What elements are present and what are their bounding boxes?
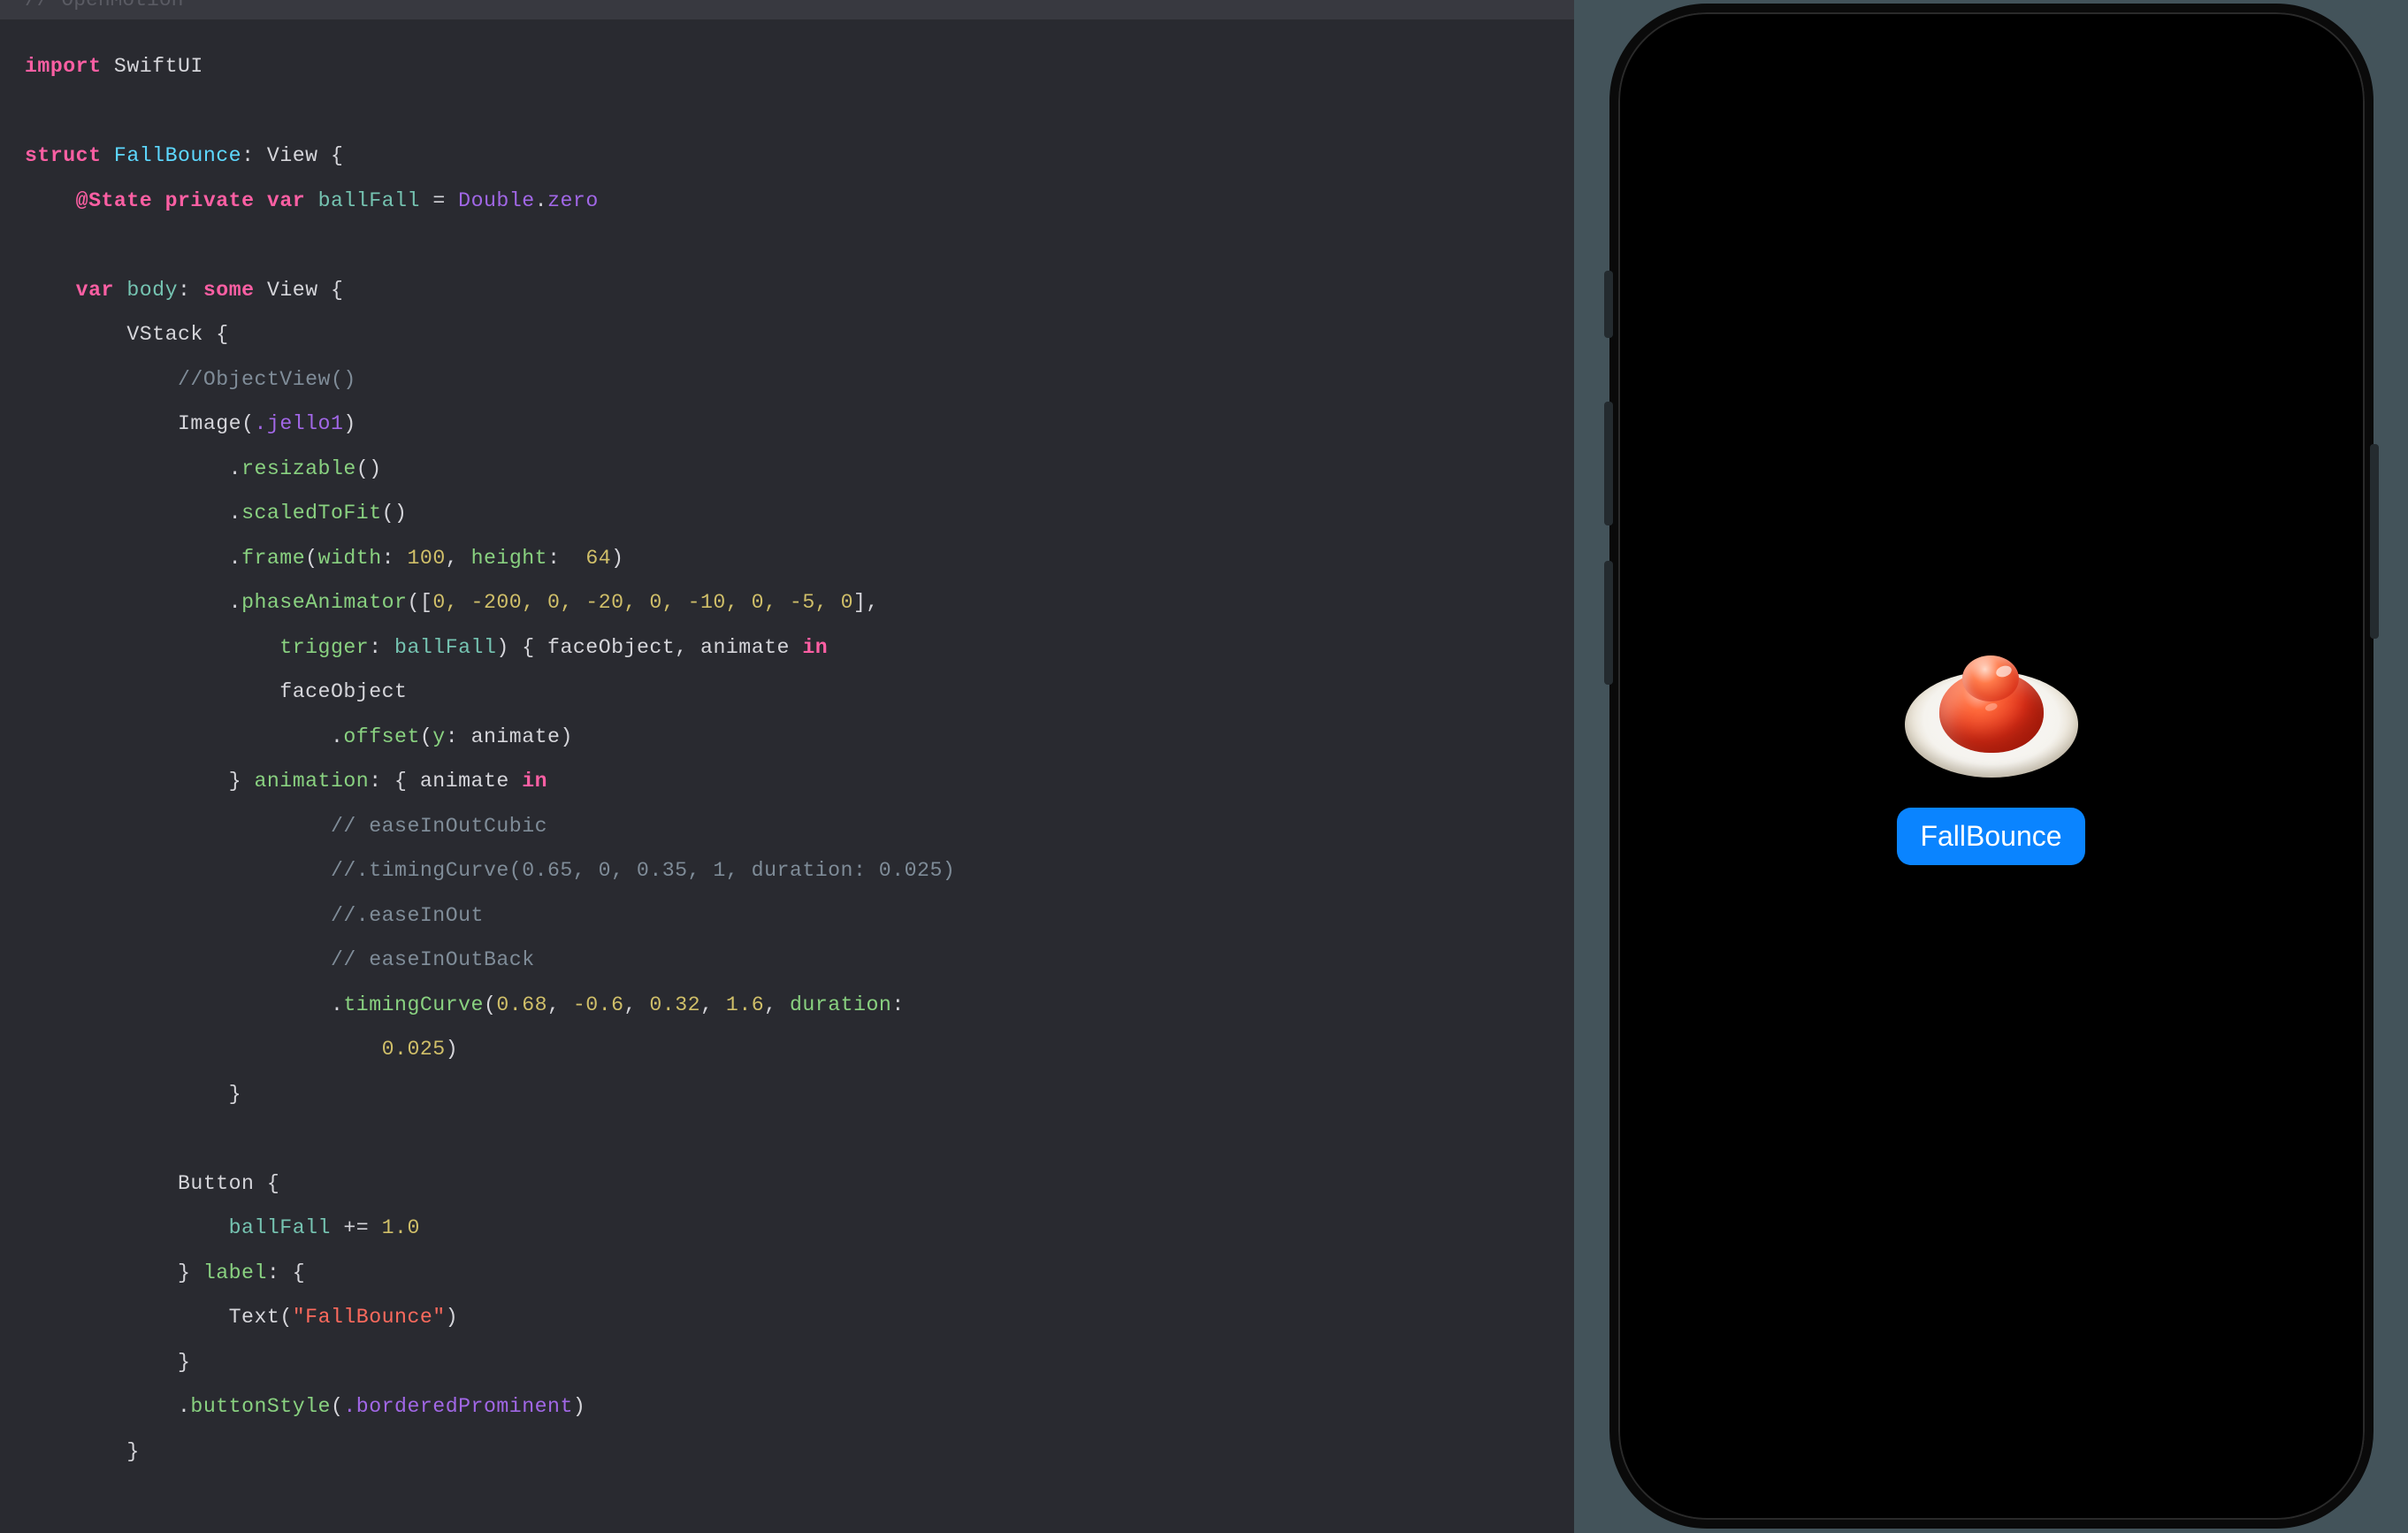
cmt-easeinout: //.easeInOut (331, 904, 484, 927)
prop-zero: zero (547, 189, 599, 212)
fn-offset: offset (343, 725, 420, 748)
type-double: Double (458, 189, 535, 212)
lbl-duration: duration (790, 993, 891, 1016)
jello-body (1939, 671, 2044, 753)
fn-resizable: resizable (241, 457, 356, 480)
lbl-animation: animation (254, 770, 369, 793)
kw-var1: var (267, 189, 305, 212)
lbl-trigger: trigger (279, 636, 369, 659)
device-volume-up (1604, 402, 1613, 525)
kw-struct: struct (25, 144, 102, 167)
val-width: 100 (407, 547, 445, 570)
lbl-y: y (432, 725, 445, 748)
var-body: body (126, 279, 178, 302)
fn-scaledtofit: scaledToFit (241, 502, 382, 525)
fallbounce-button[interactable]: FallBounce (1897, 808, 2084, 865)
fn-phaseanimator: phaseAnimator (241, 591, 407, 614)
call-button: Button (178, 1172, 255, 1195)
tc4: 1.6 (726, 993, 764, 1016)
kw-in1: in (802, 636, 828, 659)
fn-timingcurve: timingCurve (343, 993, 484, 1016)
jello-image (1903, 668, 2080, 781)
tc3: 0.32 (649, 993, 700, 1016)
lbl-width: width (318, 547, 382, 570)
var-ballfall: ballFall (318, 189, 420, 212)
cmt-objectview: //ObjectView() (178, 368, 356, 391)
kw-import: import (25, 55, 102, 78)
op-inc: += (331, 1216, 382, 1239)
style-bordered: .borderedProminent (343, 1395, 572, 1418)
ann-state: @State (76, 189, 153, 212)
code-text[interactable]: import SwiftUI struct FallBounce: View {… (0, 19, 1574, 1474)
p-faceobject: faceObject (547, 636, 675, 659)
code-editor[interactable]: // OpenMotion import SwiftUI struct Fall… (0, 0, 1574, 1533)
device-mute-switch (1604, 271, 1613, 338)
val-inc: 1.0 (382, 1216, 420, 1239)
preview-canvas[interactable]: FallBounce (1574, 0, 2408, 1533)
device-volume-down (1604, 561, 1613, 685)
str-fallbounce: "FallBounce" (293, 1306, 446, 1329)
tab-comment: // OpenMotion (25, 0, 183, 11)
id-faceobject: faceObject (279, 680, 407, 703)
call-text: Text (229, 1306, 280, 1329)
op-eq: = (420, 189, 458, 212)
device-frame: FallBounce (1609, 4, 2374, 1529)
lbl-height: height (471, 547, 548, 570)
arg-animate: animate (471, 725, 561, 748)
tc1: 0.68 (496, 993, 547, 1016)
cmt-easeback: // easeInOutBack (331, 948, 535, 971)
phase-seq: 0, -200, 0, -20, 0, -10, 0, -5, 0 (432, 591, 853, 614)
p-animate2: animate (420, 770, 509, 793)
type-fallbounce: FallBounce (114, 144, 241, 167)
val-height: 64 (585, 547, 611, 570)
tc2: -0.6 (573, 993, 624, 1016)
proto-view: View (267, 144, 318, 167)
id-swiftui: SwiftUI (114, 55, 203, 78)
kw-some: some (203, 279, 255, 302)
cmt-timing1: //.timingCurve(0.65, 0, 0.35, 1, duratio… (331, 859, 955, 882)
lbl-label: label (203, 1261, 267, 1284)
device-power-button (2370, 444, 2379, 639)
var-trigger: ballFall (394, 636, 496, 659)
asset-jello: .jello1 (254, 412, 343, 435)
kw-in2: in (522, 770, 547, 793)
val-duration: 0.025 (382, 1038, 446, 1061)
device-screen[interactable]: FallBounce (1631, 25, 2352, 1507)
proto-view2: View (267, 279, 318, 302)
jello-plate (1905, 671, 2078, 778)
var-ballfall2: ballFall (229, 1216, 331, 1239)
kw-private: private (165, 189, 255, 212)
cmt-easecubic: // easeInOutCubic (331, 815, 547, 838)
fn-buttonstyle: buttonStyle (190, 1395, 331, 1418)
call-vstack: VStack (126, 323, 203, 346)
fn-frame: frame (241, 547, 305, 570)
editor-tab-bar: // OpenMotion (0, 0, 1574, 19)
kw-var2: var (76, 279, 114, 302)
p-animate: animate (700, 636, 790, 659)
call-image: Image (178, 412, 241, 435)
